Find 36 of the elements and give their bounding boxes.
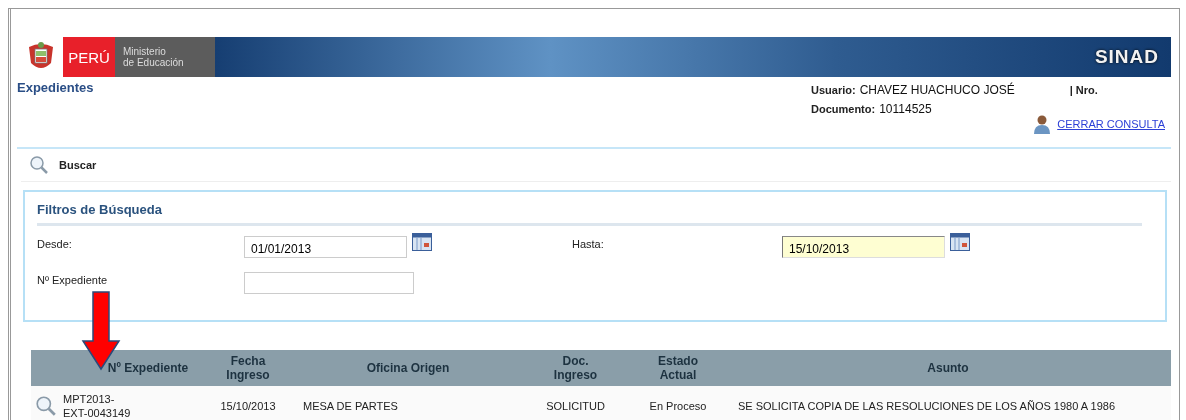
calendar-icon[interactable] (950, 233, 970, 251)
date-field[interactable]: 15/10/2013 (782, 236, 945, 258)
table-cell-text: MPT2013-EXT-0043149 (63, 392, 132, 420)
input-field[interactable] (244, 272, 414, 294)
column-header: Nº Expediente (106, 360, 190, 377)
column-header: Oficina Origen (365, 360, 451, 377)
ministry-label: Ministerio de Educación (115, 37, 215, 77)
calendar-icon[interactable] (412, 233, 432, 251)
column-header: Asunto (926, 360, 970, 377)
document-label: Documento: (811, 103, 876, 115)
brand-label: PERÚ (63, 37, 115, 77)
search-icon[interactable] (29, 155, 49, 175)
column-header: Doc. Ingreso (552, 353, 599, 384)
user-name: CHAVEZ HUACHUCO JOSÉ (859, 83, 1016, 97)
user-label: Usuario: (811, 84, 856, 96)
page-title: Expedientes (17, 80, 94, 97)
document-number: 10114525 (879, 102, 932, 116)
panel-title: Filtros de Búsqueda (37, 202, 1142, 226)
nro-label: | Nro. (1069, 84, 1098, 96)
table-cell: MESA DE PARTES (303, 400, 398, 412)
search-label[interactable]: Buscar (59, 159, 97, 171)
column-header: Fecha Ingreso (225, 353, 271, 384)
field-label: Hasta: (572, 237, 605, 250)
table-cell: 15/10/2013 (220, 400, 276, 412)
date-field[interactable]: 01/01/2013 (244, 236, 407, 258)
search-icon[interactable] (35, 395, 57, 417)
table-cell: En Proceso (649, 400, 707, 412)
system-name: SINAD (1094, 46, 1159, 68)
table-cell: SE SOLICITA COPIA DE LAS RESOLUCIONES DE LOS AÑOS 1980 A 1986 (738, 400, 1116, 412)
column-header: Estado Actual (657, 353, 699, 384)
arrow-icon (81, 291, 121, 371)
logout-link[interactable]: CERRAR CONSULTA (1057, 118, 1165, 130)
field-label: Desde: (37, 237, 73, 250)
table-cell: SOLICITUD (546, 400, 605, 412)
field-label: Nº Expediente (37, 273, 109, 286)
user-icon (1033, 114, 1052, 134)
